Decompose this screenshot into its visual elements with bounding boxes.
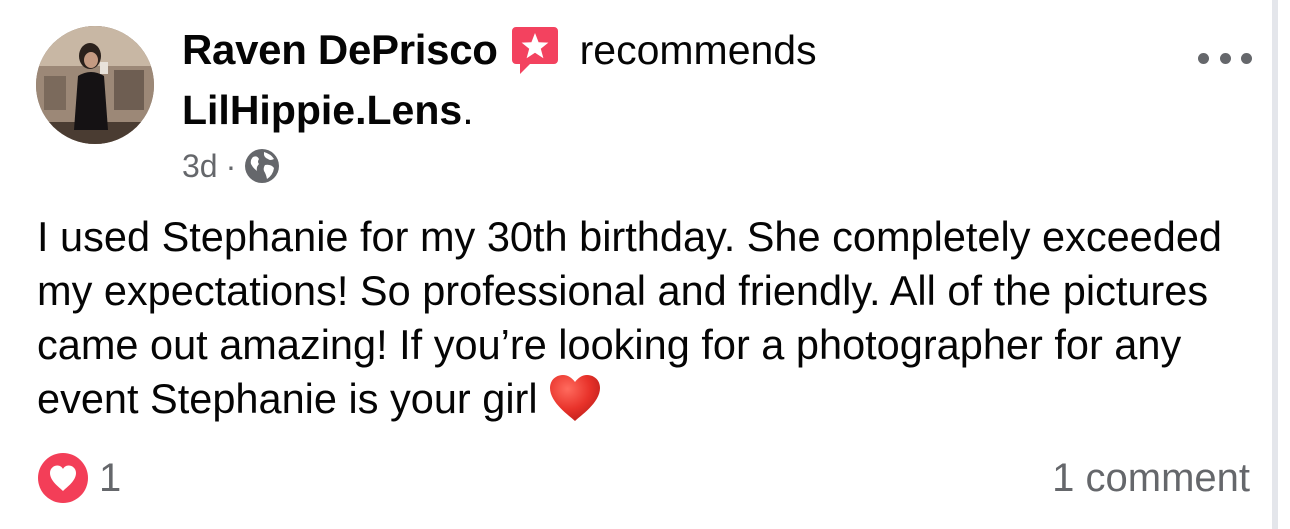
avatar[interactable]: [36, 26, 154, 144]
page-name-period: .: [462, 86, 474, 133]
recommends-label: recommends: [579, 26, 817, 73]
reaction-count: 1: [99, 455, 122, 500]
timestamp[interactable]: 3d: [182, 148, 218, 185]
page-name-link[interactable]: LilHippie.Lens: [182, 87, 462, 134]
comment-count-link[interactable]: 1 comment: [1052, 452, 1250, 504]
post-header: Raven DePrisco recommends: [182, 22, 817, 78]
more-horizontal-icon-dot: [1241, 52, 1252, 64]
love-reaction-icon: [38, 453, 88, 503]
avatar-photo: [36, 26, 154, 144]
post-text: I used Stephanie for my 30th birthday. S…: [37, 213, 1222, 422]
meta-separator: ·: [225, 147, 237, 184]
red-heart-emoji: [549, 375, 600, 421]
globe-icon: [245, 149, 280, 183]
scrollbar[interactable]: [1272, 0, 1278, 529]
more-horizontal-icon-dot: [1219, 52, 1231, 64]
author-name[interactable]: Raven DePrisco: [182, 26, 498, 74]
more-options-button[interactable]: [1194, 38, 1256, 78]
post-body: I used Stephanie for my 30th birthday. S…: [37, 210, 1267, 426]
post-meta: 3d ·: [182, 146, 280, 186]
more-horizontal-icon-dot: [1198, 52, 1209, 64]
reaction-summary[interactable]: 1: [37, 452, 121, 504]
recommendation-star-icon: [511, 27, 558, 74]
recommended-page: LilHippie.Lens.: [182, 82, 474, 138]
